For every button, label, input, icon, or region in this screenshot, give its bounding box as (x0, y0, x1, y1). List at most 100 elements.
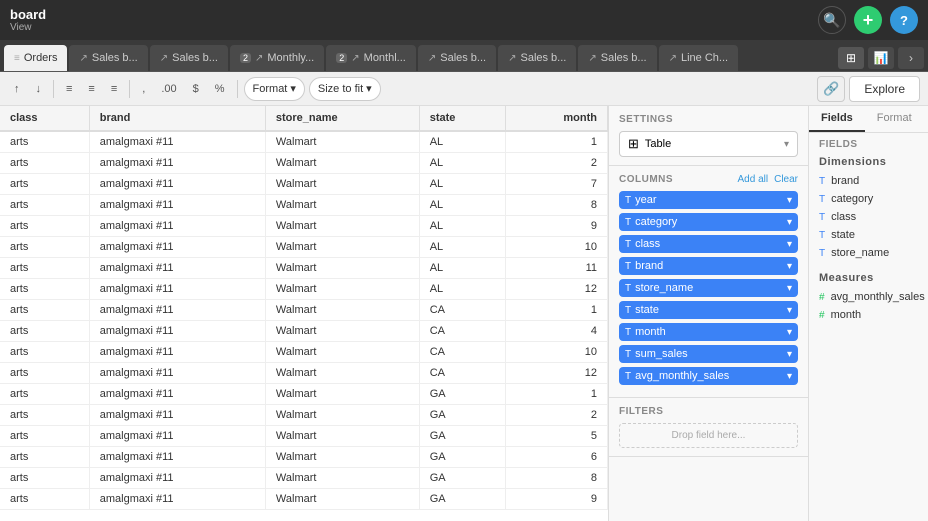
table-cell: Walmart (265, 279, 419, 300)
tab-sales-5[interactable]: ↗ Sales b... (578, 45, 656, 71)
tab-label: Sales b... (601, 52, 647, 64)
table-header: class brand store_name state month (0, 106, 608, 131)
table-cell: Walmart (265, 258, 419, 279)
chart-view-button[interactable]: 📊 (868, 47, 894, 69)
table-row: artsamalgmaxi #11WalmartAL11 (0, 258, 608, 279)
table-row: artsamalgmaxi #11WalmartAL9 (0, 216, 608, 237)
sort-asc-button[interactable]: ↑ (8, 77, 26, 101)
table-scroll[interactable]: class brand store_name state month artsa… (0, 106, 608, 521)
table-cell: 12 (506, 363, 608, 384)
field-pill-brand[interactable]: T brand ▾ (619, 257, 798, 275)
columns-section: Columns Add all Clear T year ▾T category… (609, 166, 808, 398)
tab-orders[interactable]: ≡ Orders (4, 45, 67, 71)
tab-fields[interactable]: Fields (809, 106, 865, 132)
tab-sales-2[interactable]: ↗ Sales b... (150, 45, 228, 71)
table-row: artsamalgmaxi #11WalmartAL7 (0, 174, 608, 195)
field-icon: T (625, 283, 631, 294)
add-all-link[interactable]: Add all (738, 174, 769, 185)
settings-title: SETTINGS (619, 114, 798, 125)
table-row: artsamalgmaxi #11WalmartAL8 (0, 195, 608, 216)
table-cell: Walmart (265, 384, 419, 405)
table-cell: AL (419, 131, 506, 153)
chevron-down-icon: ▾ (787, 305, 792, 316)
tab-icon: ↗ (669, 53, 677, 64)
dimension-item-state[interactable]: T state (809, 226, 928, 244)
table-cell: 7 (506, 174, 608, 195)
field-pill-year[interactable]: T year ▾ (619, 191, 798, 209)
field-pill-month[interactable]: T month ▾ (619, 323, 798, 341)
explore-button[interactable]: Explore (849, 76, 920, 102)
measure-item-month[interactable]: # month (809, 306, 928, 324)
tab-line-chart[interactable]: ↗ Line Ch... (659, 45, 738, 71)
tab-sales-3[interactable]: ↗ Sales b... (418, 45, 496, 71)
dimensions-list: T brandT categoryT classT stateT store_n… (809, 172, 928, 262)
table-cell: 1 (506, 300, 608, 321)
filter-drop-zone[interactable]: Drop field here... (619, 423, 798, 448)
settings-panel: SETTINGS ⊞ Table ▾ Columns Add all Clear (609, 106, 809, 521)
align-right-button[interactable]: ≡ (105, 77, 123, 101)
field-pill-state[interactable]: T state ▾ (619, 301, 798, 319)
percent-button[interactable]: % (209, 77, 231, 101)
search-button[interactable]: 🔍 (818, 6, 846, 34)
field-pill-label: store_name (635, 282, 693, 294)
tab-sales-4[interactable]: ↗ Sales b... (498, 45, 576, 71)
field-pill-label: year (635, 194, 656, 206)
col-header-state: state (419, 106, 506, 131)
table-cell: 10 (506, 342, 608, 363)
dimension-item-brand[interactable]: T brand (809, 172, 928, 190)
align-center-button[interactable]: ≡ (82, 77, 100, 101)
add-button[interactable]: + (854, 6, 882, 34)
next-tab-button[interactable]: › (898, 47, 924, 69)
link-button[interactable]: 🔗 (817, 76, 845, 102)
right-panel: SETTINGS ⊞ Table ▾ Columns Add all Clear (608, 106, 928, 521)
field-pill-store_name[interactable]: T store_name ▾ (619, 279, 798, 297)
measure-item-avg_monthly_sales[interactable]: # avg_monthly_sales (809, 288, 928, 306)
field-pill-category[interactable]: T category ▾ (619, 213, 798, 231)
help-button[interactable]: ? (890, 6, 918, 34)
currency-button[interactable]: $ (187, 77, 205, 101)
tab-sales-1[interactable]: ↗ Sales b... (69, 45, 147, 71)
type-selector[interactable]: ⊞ Table ▾ (619, 131, 798, 157)
table-cell: amalgmaxi #11 (89, 426, 265, 447)
dimension-item-class[interactable]: T class (809, 208, 928, 226)
table-cell: Walmart (265, 321, 419, 342)
field-pill-class[interactable]: T class ▾ (619, 235, 798, 253)
table-cell: AL (419, 279, 506, 300)
tab-icon: ↗ (160, 53, 168, 64)
tab-monthly-1[interactable]: 2 ↗ Monthly... (230, 45, 324, 71)
align-left-button[interactable]: ≡ (60, 77, 78, 101)
format-pill[interactable]: Format ▾ (244, 77, 305, 101)
table-row: artsamalgmaxi #11WalmartGA1 (0, 384, 608, 405)
table-cell: 11 (506, 258, 608, 279)
field-pill-label: month (635, 326, 666, 338)
dimension-label: state (831, 229, 855, 241)
table-cell: arts (0, 489, 89, 510)
table-cell: arts (0, 363, 89, 384)
clear-link[interactable]: Clear (774, 174, 798, 185)
table-cell: arts (0, 300, 89, 321)
field-pill-label: state (635, 304, 659, 316)
tab-label: Line Ch... (681, 52, 728, 64)
type-selector-label: Table (645, 138, 671, 150)
field-pill-avg_monthly_sales[interactable]: T avg_monthly_sales ▾ (619, 367, 798, 385)
decimal-button[interactable]: .00 (155, 77, 182, 101)
number-format-button[interactable]: , (136, 77, 151, 101)
table-cell: Walmart (265, 300, 419, 321)
dimension-item-category[interactable]: T category (809, 190, 928, 208)
table-cell: GA (419, 426, 506, 447)
table-cell: 2 (506, 405, 608, 426)
dimension-item-store_name[interactable]: T store_name (809, 244, 928, 262)
tab-monthly-2[interactable]: 2 ↗ Monthl... (326, 45, 416, 71)
tab-label: Sales b... (172, 52, 218, 64)
tab-format[interactable]: Format (865, 106, 924, 132)
drop-placeholder: Drop field here... (672, 430, 746, 441)
table-view-button[interactable]: ⊞ (838, 47, 864, 69)
sort-desc-button[interactable]: ↓ (30, 77, 48, 101)
table-cell: Walmart (265, 405, 419, 426)
table-row: artsamalgmaxi #11WalmartCA12 (0, 363, 608, 384)
table-cell: arts (0, 279, 89, 300)
field-pill-sum_sales[interactable]: T sum_sales ▾ (619, 345, 798, 363)
measures-list: # avg_monthly_sales# month (809, 288, 928, 324)
size-label: Size to fit (318, 83, 363, 95)
size-to-fit-pill[interactable]: Size to fit ▾ (309, 77, 381, 101)
